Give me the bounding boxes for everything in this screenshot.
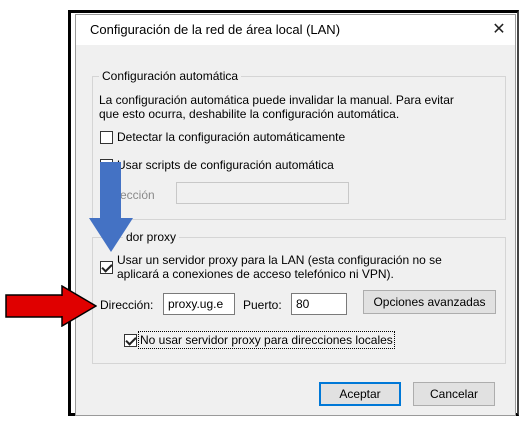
proxy-address-label: Dirección: <box>100 298 154 312</box>
title-bar: Configuración de la red de área local (L… <box>76 15 515 45</box>
bypass-local-label[interactable]: No usar servidor proxy para direcciones … <box>138 331 395 349</box>
bypass-local-checkbox[interactable] <box>124 334 137 347</box>
red-arrow-shaft <box>5 294 65 318</box>
auto-config-legend: Configuración automática <box>99 69 242 83</box>
blue-arrow-shaft <box>100 162 121 220</box>
dialog-title: Configuración de la red de área local (L… <box>90 22 341 37</box>
auto-config-description-2: que esto ocurra, deshabilite la configur… <box>99 107 400 121</box>
cancel-button[interactable]: Cancelar <box>413 382 495 406</box>
lan-settings-dialog: Configuración de la red de área local (L… <box>75 14 516 416</box>
detect-auto-label[interactable]: Detectar la configuración automáticament… <box>117 130 345 144</box>
advanced-options-button[interactable]: Opciones avanzadas <box>363 290 496 314</box>
close-icon[interactable]: ✕ <box>487 18 511 42</box>
red-arrow-head <box>61 285 97 327</box>
use-proxy-checkbox[interactable] <box>100 261 113 274</box>
proxy-port-label: Puerto: <box>243 298 282 312</box>
use-proxy-label-1[interactable]: Usar un servidor proxy para la LAN (esta… <box>117 253 442 267</box>
accept-button[interactable]: Aceptar <box>319 382 401 406</box>
use-proxy-label-2[interactable]: aplicará a conexiones de acceso telefóni… <box>117 267 394 281</box>
blue-arrow-head <box>89 218 133 252</box>
blue-down-arrow-annotation <box>89 162 133 252</box>
auto-config-description-1: La configuración automática puede invali… <box>99 93 454 107</box>
red-right-arrow-annotation <box>5 285 97 327</box>
auto-scripts-label[interactable]: Usar scripts de configuración automática <box>117 158 334 172</box>
proxy-address-input[interactable]: proxy.ug.e <box>163 293 235 315</box>
detect-auto-checkbox[interactable] <box>100 131 113 144</box>
auto-address-input[interactable] <box>176 182 349 204</box>
proxy-port-input[interactable]: 80 <box>291 293 347 315</box>
